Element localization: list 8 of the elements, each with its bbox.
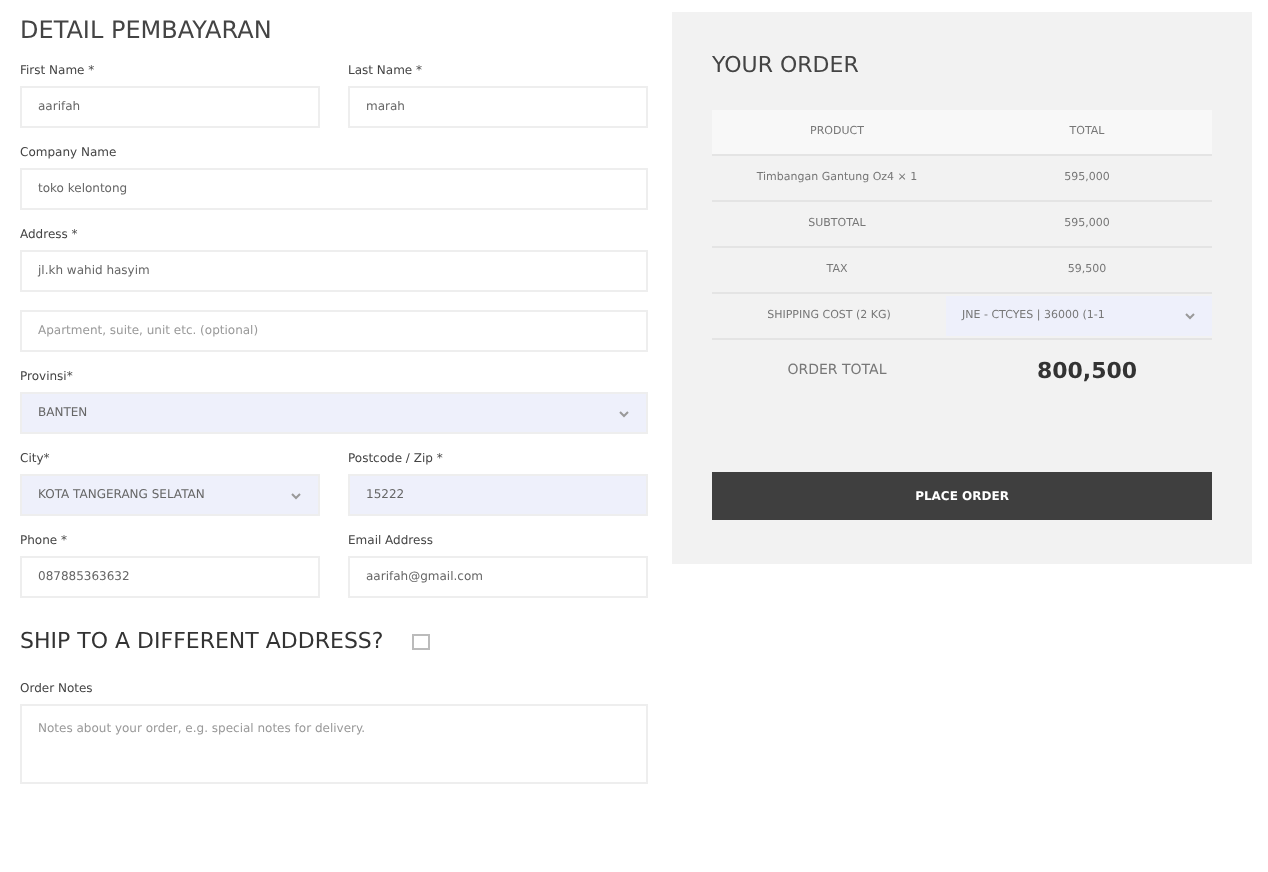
caret-icon [290, 491, 302, 499]
caret-icon [1184, 312, 1196, 320]
caret-icon [618, 409, 630, 417]
checkbox[interactable] [411, 633, 430, 649]
section-title: DETAIL PEMBAYARAN [20, 16, 274, 44]
total-amount: 800,500 [1034, 357, 1140, 383]
section-title: SHIP TO A DIFFERENT ADDRESS? [20, 628, 384, 654]
section-title: YOUR ORDER [712, 52, 861, 78]
